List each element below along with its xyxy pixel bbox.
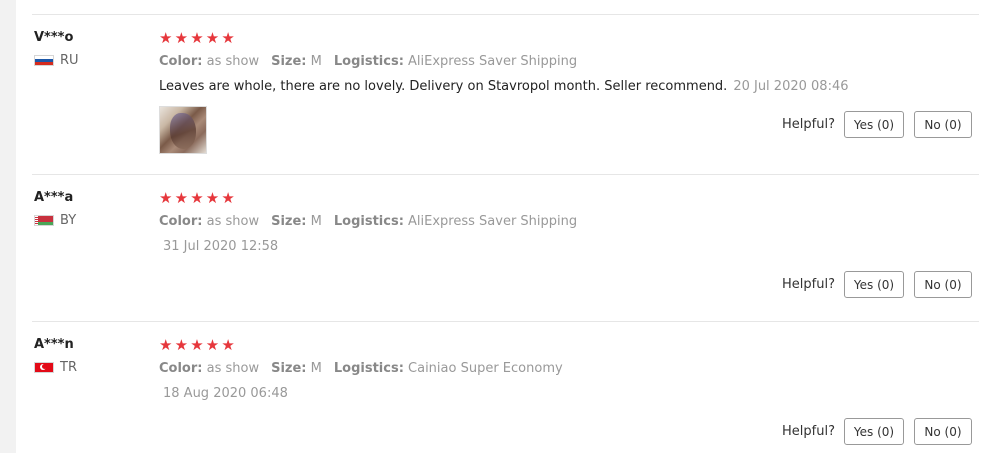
helpful-yes-button[interactable]: Yes (0) [844,418,904,445]
review-photo-thumbnail[interactable] [159,106,207,154]
size-label: Size: [271,54,307,69]
reviewer-name: V***o [34,30,74,45]
review-attributes: Color: as show Size: M Logistics: AliExpre… [159,53,979,71]
review-text: Leaves are whole, there are no lovely. D… [159,78,979,96]
star-icon: ★ [174,335,189,354]
helpful-yes-button[interactable]: Yes (0) [844,271,904,298]
size-value: M [310,214,322,229]
helpful-label: Helpful? [782,277,835,292]
star-icon: ★ [159,335,173,354]
star-icon: ★ [221,188,235,207]
review-text: 31 Jul 2020 12:58 [159,238,979,256]
review-item: A***a BY ★ ★ ★ ★ ★ Color: as show Size: M Logi… [32,175,979,322]
review-content: ★ ★ ★ ★ ★ Color: as show Size: M Logistics: Ca… [159,336,979,403]
country-code: BY [60,212,77,228]
star-rating: ★ ★ ★ ★ ★ [159,189,979,207]
helpful-yes-button[interactable]: Yes (0) [844,111,904,138]
star-icon: ★ [205,335,220,354]
reviewer-name: A***a [34,190,74,205]
star-icon: ★ [205,28,220,47]
review-attributes: Color: as show Size: M Logistics: Cainiao … [159,360,979,378]
review-date: 18 Aug 2020 06:48 [163,386,288,401]
size-label: Size: [271,361,307,376]
color-label: Color: [159,214,203,229]
review-item: A***n TR ★ ★ ★ ★ ★ Color: as show Size: M Logi… [32,322,979,453]
color-value: as show [206,54,260,69]
logistics-label: Logistics: [333,361,404,376]
review-body: Leaves are whole, there are no lovely. D… [159,79,728,94]
star-icon: ★ [190,335,204,354]
reviewer-name: A***n [34,337,74,352]
helpful-label: Helpful? [782,424,835,439]
reviewer-info: V***o RU [34,29,79,68]
reviewer-info: A***a BY [34,189,76,228]
star-icon: ★ [221,335,235,354]
turkey-flag-icon [34,361,54,373]
review-date: 31 Jul 2020 12:58 [163,239,279,254]
star-icon: ★ [159,188,173,207]
star-icon: ★ [190,28,204,47]
color-label: Color: [159,54,203,69]
color-value: as show [206,214,260,229]
review-content: ★ ★ ★ ★ ★ Color: as show Size: M Logistics: Al… [159,29,979,96]
helpful-controls: Helpful? Yes (0) No (0) [782,111,972,138]
country-code: TR [60,359,77,375]
size-value: M [310,361,322,376]
star-icon: ★ [190,188,204,207]
star-icon: ★ [174,188,189,207]
helpful-no-button[interactable]: No (0) [914,418,972,445]
review-item: V***o RU ★ ★ ★ ★ ★ Color: as show Size: M Logi… [32,15,979,175]
size-label: Size: [271,214,307,229]
helpful-label: Helpful? [782,117,835,132]
star-icon: ★ [205,188,220,207]
star-icon: ★ [221,28,235,47]
belarus-flag-icon [34,214,54,226]
country-code: RU [60,52,79,68]
star-icon: ★ [174,28,189,47]
review-text: 18 Aug 2020 06:48 [159,385,979,403]
color-value: as show [206,361,260,376]
reviewer-country: BY [34,212,76,228]
helpful-no-button[interactable]: No (0) [914,271,972,298]
helpful-controls: Helpful? Yes (0) No (0) [782,271,972,298]
reviewer-country: TR [34,359,77,375]
logistics-value: AliExpress Saver Shipping [408,214,578,229]
star-icon: ★ [159,28,173,47]
star-rating: ★ ★ ★ ★ ★ [159,29,979,47]
star-rating: ★ ★ ★ ★ ★ [159,336,979,354]
russia-flag-icon [34,54,54,66]
reviewer-info: A***n TR [34,336,77,375]
size-value: M [310,54,322,69]
logistics-label: Logistics: [333,54,404,69]
color-label: Color: [159,361,203,376]
review-date: 20 Jul 2020 08:46 [733,79,849,94]
helpful-no-button[interactable]: No (0) [914,111,972,138]
review-attributes: Color: as show Size: M Logistics: AliExpre… [159,213,979,231]
helpful-controls: Helpful? Yes (0) No (0) [782,418,972,445]
review-content: ★ ★ ★ ★ ★ Color: as show Size: M Logistics: Al… [159,189,979,256]
logistics-value: AliExpress Saver Shipping [408,54,578,69]
left-gutter [0,0,16,453]
reviewer-country: RU [34,52,79,68]
logistics-label: Logistics: [333,214,404,229]
logistics-value: Cainiao Super Economy [408,361,563,376]
